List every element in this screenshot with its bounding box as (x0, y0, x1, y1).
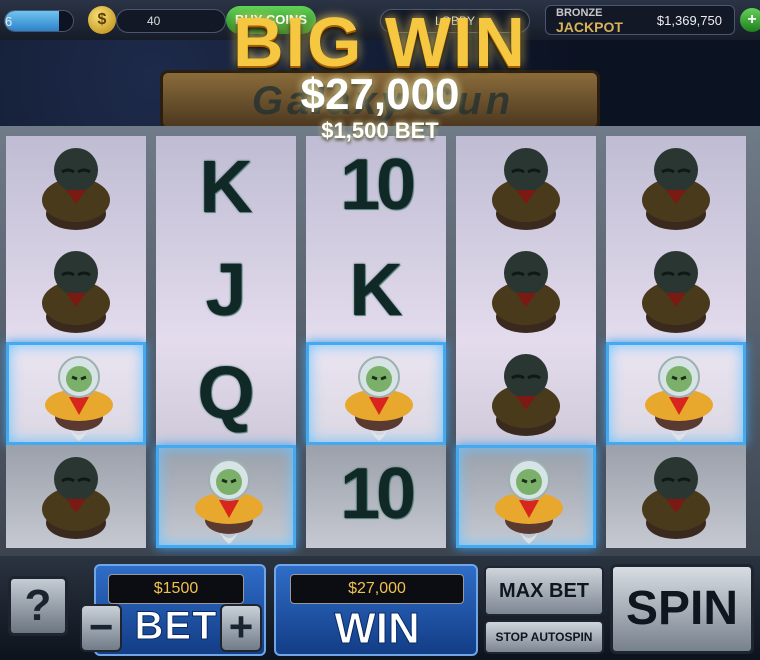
reel-cell: 10 (306, 136, 446, 239)
reel-cell (306, 342, 446, 445)
symbol-10: 10 (339, 454, 416, 534)
bet-value: $1500 (108, 574, 244, 604)
reel-cell (456, 239, 596, 342)
reel-cell (456, 342, 596, 445)
reel-cell (456, 136, 596, 239)
decrease-bet-button[interactable]: − (80, 604, 122, 652)
reel-1 (6, 136, 146, 548)
symbol-k: K (199, 145, 253, 228)
reel-cell: J (156, 239, 296, 342)
reel-cell (606, 136, 746, 239)
symbol-j: J (205, 248, 247, 331)
reel-cell: K (156, 136, 296, 239)
help-button[interactable]: ? (8, 576, 68, 636)
alien-sleeping-icon (486, 142, 566, 234)
reel-cell (6, 445, 146, 548)
big-win-amount: $27,000 (300, 70, 460, 119)
reel-cell: 10 (306, 445, 446, 548)
win-value: $27,000 (290, 574, 464, 604)
spin-button[interactable]: SPIN (610, 564, 754, 654)
alien-astronaut-icon (39, 351, 119, 443)
reel-cell (6, 342, 146, 445)
coin-icon: $ (88, 6, 116, 34)
reel-cell (606, 445, 746, 548)
add-coins-button[interactable]: + (740, 8, 760, 32)
reel-cell (6, 239, 146, 342)
big-win-bet: $1,500 BET (321, 118, 439, 143)
reel-3: 10 K 10 (306, 136, 446, 548)
reel-cell (606, 342, 746, 445)
level-progress-fill (5, 11, 60, 31)
reel-2: KJQ (156, 136, 296, 548)
level-progress-bar: 6 (4, 10, 74, 32)
max-bet-button[interactable]: MAX BET (484, 566, 604, 616)
alien-sleeping-icon (636, 142, 716, 234)
reel-5 (606, 136, 746, 548)
alien-sleeping-icon (36, 245, 116, 337)
alien-astronaut-icon (339, 351, 419, 443)
reel-cell (6, 136, 146, 239)
alien-astronaut-icon (489, 454, 569, 546)
alien-astronaut-icon (639, 351, 719, 443)
alien-sleeping-icon (486, 245, 566, 337)
symbol-10: 10 (339, 145, 416, 225)
alien-sleeping-icon (486, 348, 566, 440)
jackpot-value: $1,369,750 (656, 13, 722, 28)
symbol-q: Q (197, 351, 255, 434)
reel-4 (456, 136, 596, 548)
reel-cell: Q (156, 342, 296, 445)
symbol-k: K (349, 248, 403, 331)
reel-cell (456, 445, 596, 548)
level-number: 6 (5, 14, 13, 29)
win-label: WIN (334, 604, 421, 654)
alien-sleeping-icon (636, 245, 716, 337)
alien-sleeping-icon (36, 451, 116, 543)
reel-cell (606, 239, 746, 342)
increase-bet-button[interactable]: + (220, 604, 262, 652)
alien-astronaut-icon (189, 454, 269, 546)
stop-autospin-button[interactable]: STOP AUTOSPIN (484, 620, 604, 654)
bet-label: BET (134, 604, 218, 649)
reel-cell: K (306, 239, 446, 342)
reel-cell (156, 445, 296, 548)
alien-sleeping-icon (36, 142, 116, 234)
alien-sleeping-icon (636, 451, 716, 543)
